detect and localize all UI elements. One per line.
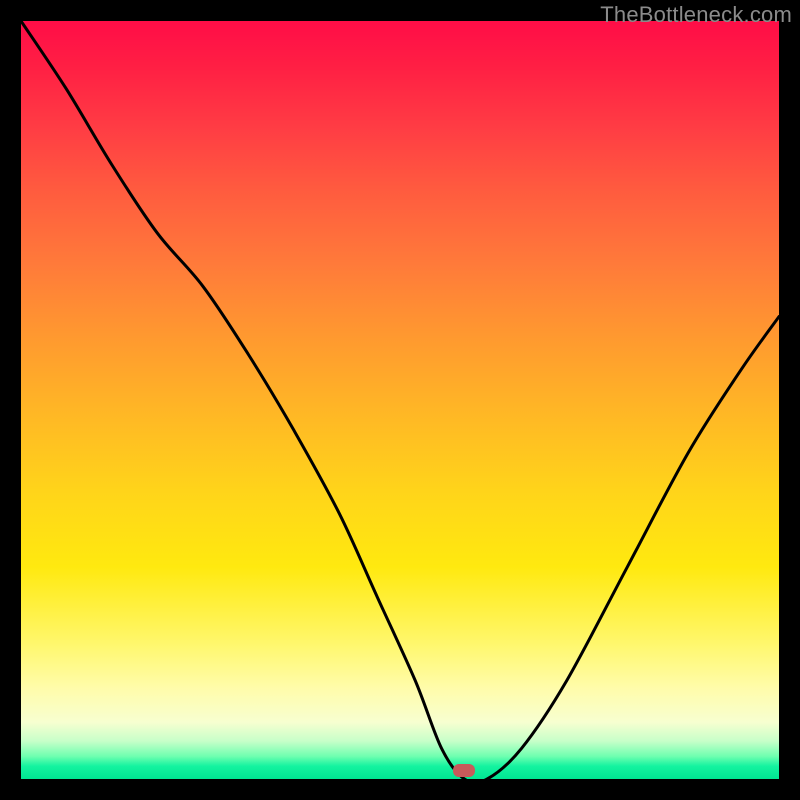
- watermark-text: TheBottleneck.com: [600, 2, 792, 28]
- minimum-marker: [453, 764, 475, 777]
- chart-frame: TheBottleneck.com: [0, 0, 800, 800]
- bottleneck-curve: [21, 21, 779, 779]
- plot-area: [21, 21, 779, 779]
